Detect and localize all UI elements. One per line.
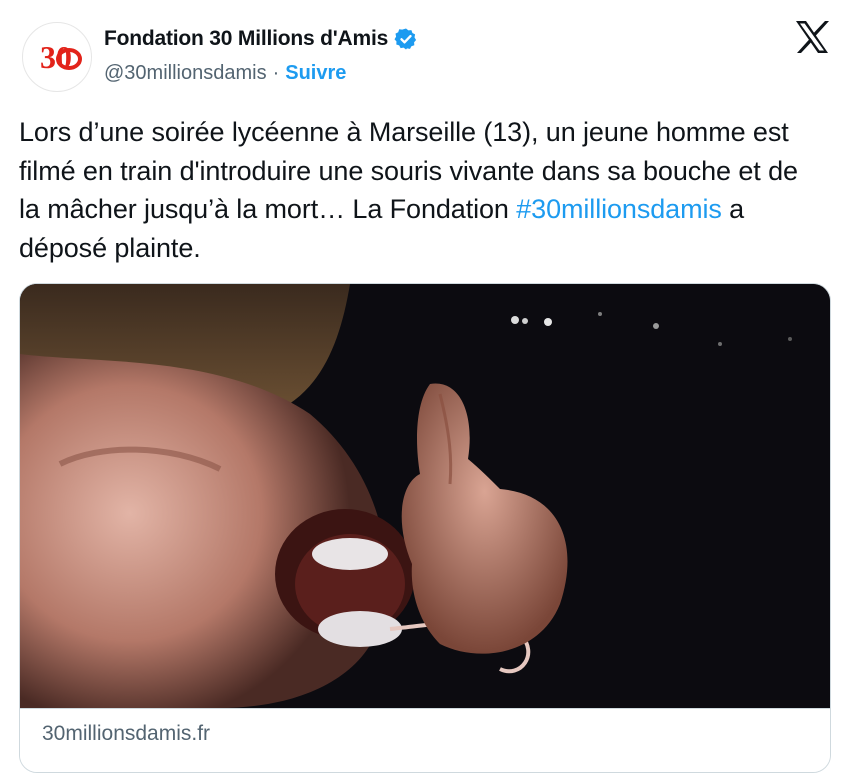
author-name[interactable]: Fondation 30 Millions d'Amis <box>104 27 388 51</box>
author-avatar[interactable]: 30 <box>22 22 92 92</box>
verified-badge-icon <box>394 27 418 51</box>
tweet-text: Lors d’une soirée lycéenne à Marseille (… <box>19 113 819 267</box>
separator-dot: · <box>272 62 280 84</box>
author-name-row: Fondation 30 Millions d'Amis <box>104 27 418 51</box>
link-card[interactable]: 30millionsdamis.fr <box>19 283 831 773</box>
follow-button[interactable]: Suivre <box>285 62 346 85</box>
30-millions-damis-logo-icon: 30 <box>40 39 82 75</box>
x-logo-icon[interactable] <box>793 18 831 56</box>
author-handle[interactable]: @30millionsdamis <box>104 62 267 85</box>
video-thumbnail[interactable] <box>20 284 830 708</box>
tweet-card: 30 Fondation 30 Millions d'Amis @30milli… <box>0 0 864 773</box>
card-domain[interactable]: 30millionsdamis.fr <box>42 722 210 746</box>
card-footer[interactable]: 30millionsdamis.fr <box>20 708 830 772</box>
handle-row: @30millionsdamis · Suivre <box>104 62 346 85</box>
hashtag-link[interactable]: #30millionsdamis <box>516 194 722 224</box>
